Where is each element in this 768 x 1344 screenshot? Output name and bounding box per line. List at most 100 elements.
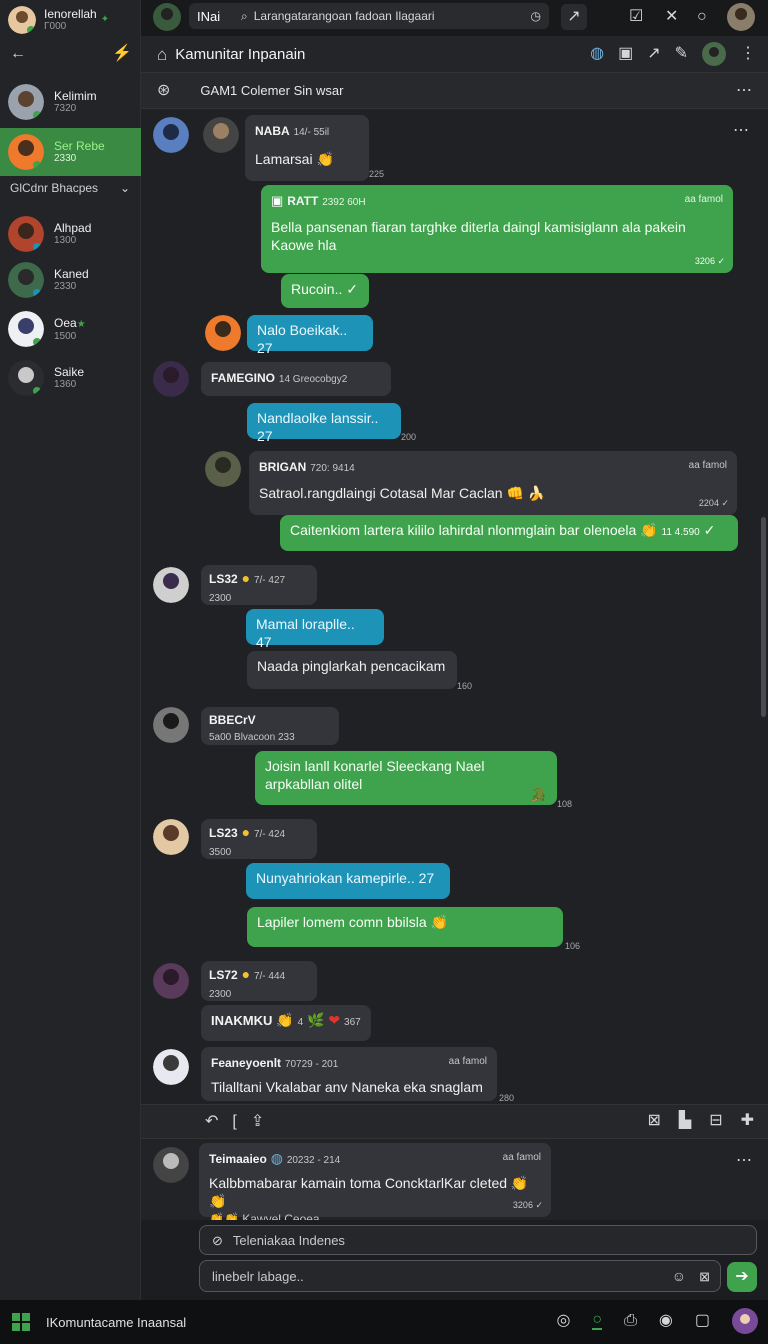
home-icon[interactable]: ⌂	[157, 46, 167, 63]
message-bubble[interactable]: LS72 ● 7/- 444 2300	[201, 961, 317, 1001]
share-icon[interactable]: ↗	[647, 46, 660, 62]
taskbar-app-label[interactable]: IKomuntacame Inaansal	[46, 1315, 186, 1330]
message-text: Tilalltani Vkalabar anv Naneka eka snagl…	[211, 1079, 483, 1095]
reply-icon[interactable]: ↶	[205, 1113, 218, 1130]
printer-icon[interactable]: ⎙	[624, 1313, 637, 1329]
bracket-icon[interactable]: [	[232, 1113, 236, 1130]
message-bubble[interactable]: NABA 14/- 55il Lamarsai 👏	[245, 115, 369, 181]
gallery-icon[interactable]: ⊟	[709, 1113, 722, 1129]
message-bubble[interactable]: Nunyahriokan kamepirle.. 27	[246, 863, 450, 899]
sidebar-item-kelimim[interactable]: Kelimim 7320	[0, 78, 141, 126]
status-icon[interactable]: ○	[697, 9, 707, 25]
user-avatar[interactable]	[727, 3, 755, 31]
more-horiz-icon[interactable]: ⋯	[733, 123, 749, 139]
message-bubble[interactable]: LS32 ● 7/- 427 2300	[201, 565, 317, 605]
search-icon: ⌕	[241, 9, 248, 23]
timestamp: 108	[557, 799, 573, 809]
image-icon[interactable]: ⊠	[647, 1113, 660, 1129]
user-profile[interactable]: Ienorellah Γ000 ✦	[0, 0, 141, 40]
notification-icon[interactable]: ☑	[629, 9, 643, 25]
search-input[interactable]: Larangatarangoan fadoan Ilagaari	[254, 9, 531, 23]
message-bubble[interactable]: INAKMKU 👏 4 🌿 ❤ 367	[201, 1005, 371, 1041]
scrollbar[interactable]	[761, 517, 766, 717]
message-text-content: Kalbbmabarar kamain toma ConcktarlKar cl…	[209, 1175, 508, 1191]
timestamp-text: 2204	[698, 498, 719, 508]
pin-icon[interactable]: ✎	[675, 46, 688, 62]
expand-icon[interactable]: ↗	[561, 4, 587, 30]
search-input[interactable]: Teleniakaa Indenes	[233, 1233, 345, 1248]
sidebar-item-ser-rebe[interactable]: Ser Rebe 2330	[0, 128, 141, 176]
member-avatar[interactable]	[702, 42, 726, 66]
message-text: Nunyahriokan kamepirle.. 27	[256, 870, 435, 886]
message-bubble[interactable]: Caitenkiom lartera kililo lahirdal nlonm…	[280, 515, 738, 551]
avatar[interactable]	[153, 3, 181, 31]
note-icon: ▣	[271, 193, 284, 208]
message-search-field[interactable]: ⊘ Teleniakaa Indenes	[199, 1225, 757, 1255]
window-icon[interactable]: ▢	[695, 1313, 710, 1329]
pinned-message[interactable]: ⋯ Teimaaieo ◍ 20232 - 214 aa famol Kalbbm…	[141, 1138, 768, 1226]
sidebar-member-oea[interactable]: Oea★ 1500	[0, 305, 141, 353]
message-text: Caitenkiom lartera kililo lahirdal nlonm…	[290, 522, 637, 538]
more-vert-icon[interactable]: ⋮	[740, 46, 756, 62]
share-icon[interactable]: ⇪	[251, 1113, 264, 1130]
avatar	[205, 451, 241, 487]
message-bubble[interactable]: BRIGAN 720: 9414 aa famol Satraol.rangdla…	[249, 451, 737, 515]
avatar	[153, 117, 189, 153]
send-button[interactable]: ➔	[727, 1262, 757, 1292]
chevron-down-icon[interactable]: ⌄	[120, 181, 130, 195]
group-label: GlCdnr Bhacpes	[10, 181, 99, 195]
message-meta: 7/- 427	[253, 575, 286, 586]
star-icon: ★	[76, 318, 86, 330]
message-bubble[interactable]: Nalo Boeikak.. 27	[247, 315, 373, 356]
coin-icon: ●	[241, 966, 251, 982]
tab-label: INai	[197, 8, 221, 24]
sidebar-member-saike[interactable]: Saike 1360	[0, 354, 141, 402]
message-tag: aa famol	[448, 1056, 487, 1067]
sender-score: 3500	[209, 847, 232, 858]
compass-icon[interactable]: ◎	[556, 1313, 570, 1329]
bookmark-icon[interactable]: ▙	[679, 1113, 691, 1129]
reaction-count: 4	[297, 1017, 304, 1028]
attach-icon[interactable]: ⊠	[699, 1270, 710, 1283]
message-bubble[interactable]: BBECrV 5a00 Blvacoon 233	[201, 707, 339, 745]
more-horiz-icon[interactable]: ⋯	[736, 1153, 752, 1169]
clock-icon[interactable]: ◷	[531, 10, 541, 22]
sidebar-item-count: 2330	[54, 153, 77, 164]
message-bubble[interactable]: ▣ RATT 2392 60H aa famol Bella pansenan f…	[261, 185, 733, 273]
emoji-icon[interactable]: ☺	[672, 1269, 686, 1283]
start-icon[interactable]	[12, 1313, 30, 1331]
message-bubble[interactable]: Naada pinglarkah pencacikam	[247, 651, 457, 689]
browser-icon[interactable]: ◉	[659, 1313, 673, 1329]
sender-name: Feaneyoenlt	[211, 1056, 282, 1070]
back-arrow-icon[interactable]: ←	[10, 46, 26, 62]
more-horiz-icon[interactable]: ⋯	[736, 83, 752, 99]
files-icon[interactable]: ▣	[618, 46, 633, 62]
message-tag: aa famol	[684, 194, 723, 205]
user-avatar[interactable]	[732, 1308, 758, 1334]
message-input[interactable]: linebelr labage.. ☺ ⊠	[199, 1260, 721, 1292]
sidebar-member-alhpad[interactable]: Alhpad 1300	[0, 210, 141, 258]
search-bar[interactable]: INai ⌕ Larangatarangoan fadoan Ilagaari …	[189, 3, 549, 29]
message-feed: ⋯ NABA 14/- 55il Lamarsai 👏 225 ▣ RATT 2…	[141, 109, 768, 1104]
chat-icon[interactable]: ○	[592, 1312, 603, 1330]
message-bubble[interactable]: Teimaaieo ◍ 20232 - 214 aa famol Kalbbmab…	[199, 1143, 551, 1226]
avatar	[153, 963, 189, 999]
message-bubble[interactable]: Feaneyoenlt 70729 - 201 aa famol Tilallta…	[201, 1047, 497, 1101]
compose-area: ⊘ Teleniakaa Indenes linebelr labage.. ☺…	[141, 1220, 768, 1300]
message-bubble[interactable]: FAMEGINO 14 Greocobgy2	[201, 362, 391, 396]
flame-icon[interactable]: ⚡	[112, 46, 132, 62]
group-header[interactable]: GlCdnr Bhacpes ⌄	[10, 181, 130, 195]
pin-icon[interactable]: ✚	[741, 1113, 754, 1129]
message-bubble[interactable]: Nandlaolke lanssir.. 27	[247, 403, 401, 444]
top-bar: INai ⌕ Larangatarangoan fadoan Ilagaari …	[141, 0, 768, 36]
sidebar-member-kaned[interactable]: Kaned 2330	[0, 256, 141, 304]
message-bubble[interactable]: Rucoin.. ✓	[281, 274, 369, 308]
coin-icon: ●	[241, 824, 251, 840]
close-icon[interactable]: ✕	[665, 9, 678, 25]
message-bubble[interactable]: LS23 ● 7/- 424 3500	[201, 819, 317, 859]
member-name: Oea★	[54, 316, 86, 331]
message-bubble[interactable]: Lapiler lomem comn bbilsla 👏	[247, 907, 563, 947]
globe-icon[interactable]: ◍	[590, 46, 604, 62]
message-bubble[interactable]: Joisin lanll konarlel Sleeckang Nael arp…	[255, 751, 557, 805]
message-bubble[interactable]: Mamal loraplle.. 47	[246, 609, 384, 650]
